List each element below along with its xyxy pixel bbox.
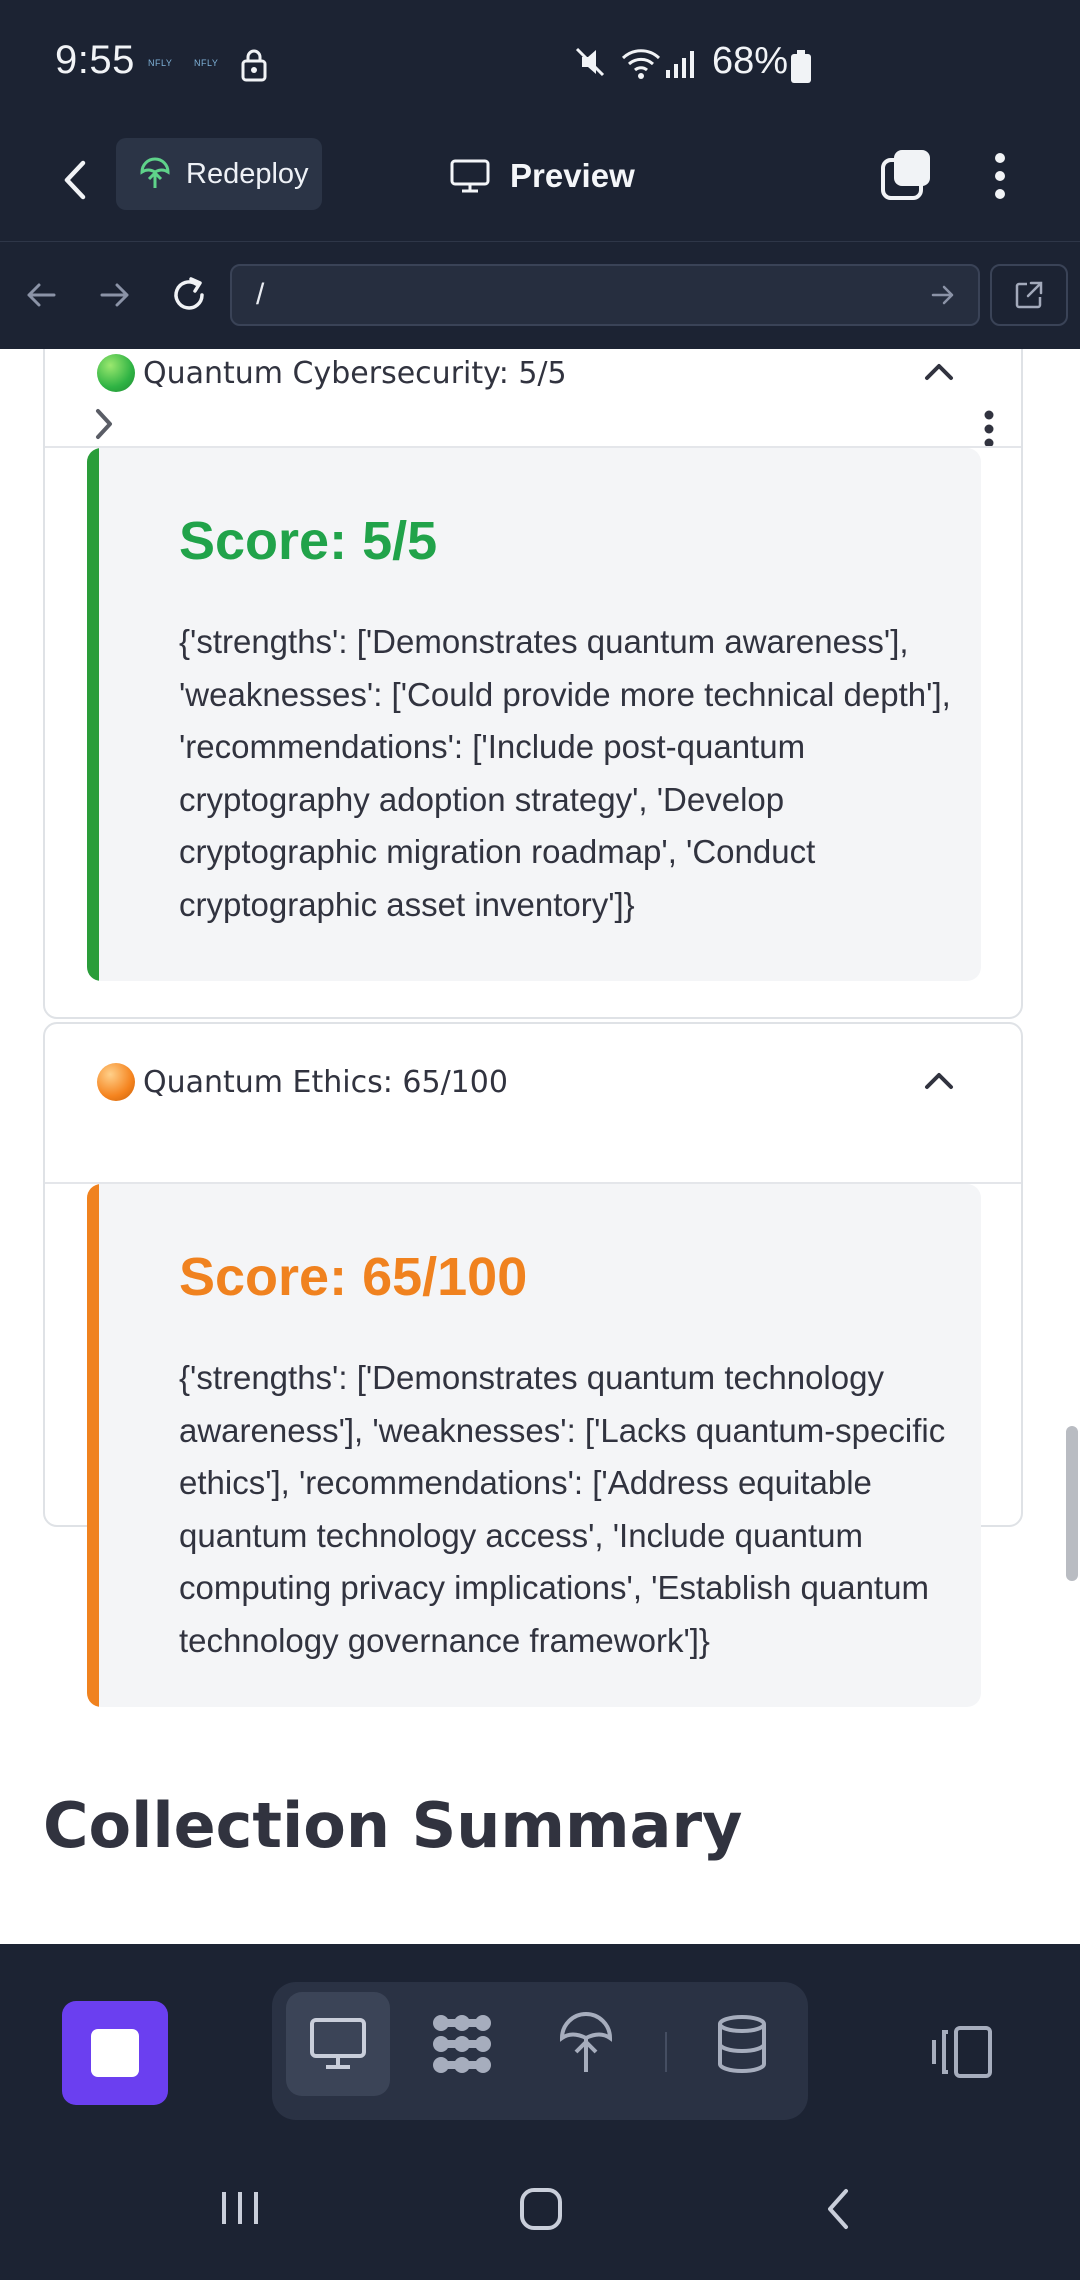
url-path: / bbox=[256, 278, 265, 311]
tool-deploy-button[interactable] bbox=[534, 1992, 638, 2096]
result-card-ethics: Score: 65/100 {'strengths': ['Demonstrat… bbox=[87, 1184, 981, 1707]
system-nav-bar bbox=[0, 2144, 1080, 2280]
back-button[interactable] bbox=[50, 152, 100, 208]
battery-percent: 68% bbox=[712, 40, 789, 82]
expander-header-cybersecurity[interactable]: Quantum Cybersecurity: 5/5 bbox=[45, 349, 1021, 405]
more-options-button[interactable] bbox=[980, 148, 1020, 204]
preview-label: Preview bbox=[510, 157, 635, 194]
battery-icon bbox=[790, 50, 812, 89]
chevron-up-icon[interactable] bbox=[923, 361, 955, 386]
deploy-icon bbox=[559, 2012, 613, 2072]
arrow-right-icon bbox=[100, 283, 129, 307]
arrow-left-icon bbox=[27, 283, 56, 307]
expander-label: Quantum Cybersecurity: 5/5 bbox=[143, 355, 567, 391]
collection-summary-heading: Collection Summary bbox=[43, 1789, 743, 1862]
apps-grid-icon bbox=[433, 2015, 491, 2073]
split-layout-icon bbox=[932, 2026, 992, 2078]
app-toolbar: Redeploy Preview bbox=[0, 120, 1080, 242]
reload-button[interactable] bbox=[166, 272, 212, 318]
deploy-icon bbox=[138, 157, 172, 191]
mute-icon bbox=[572, 44, 608, 85]
status-time: 9:55 bbox=[55, 38, 135, 82]
tabs-button[interactable] bbox=[880, 148, 934, 202]
tool-divider bbox=[665, 2032, 667, 2072]
tabs-icon bbox=[881, 150, 930, 200]
nav-forward-button[interactable] bbox=[92, 272, 138, 318]
database-icon bbox=[718, 2015, 766, 2073]
tool-database-button[interactable] bbox=[690, 1992, 794, 2096]
url-input[interactable]: / bbox=[230, 264, 980, 326]
redeploy-label: Redeploy bbox=[186, 157, 309, 190]
tool-preview-button[interactable] bbox=[286, 1992, 390, 2096]
status-bar: 9:55 NFLY NFLY 68% bbox=[0, 0, 1080, 120]
reload-icon bbox=[174, 277, 204, 310]
expander-quantum-ethics: Quantum Ethics: 65/100 Score: 65/100 {'s… bbox=[43, 1022, 1023, 1707]
preview-content: Quantum Cybersecurity: 5/5 Score: 5/5 {'… bbox=[0, 349, 1080, 1944]
go-arrow-icon[interactable] bbox=[930, 282, 956, 316]
expander-label: Quantum Ethics: 65/100 bbox=[143, 1064, 508, 1100]
tool-switcher bbox=[272, 1982, 808, 2120]
redeploy-button[interactable]: Redeploy bbox=[116, 138, 322, 210]
external-link-icon bbox=[1015, 281, 1043, 309]
nav-back-button[interactable] bbox=[18, 272, 64, 318]
lock-icon bbox=[240, 48, 268, 87]
stop-button[interactable] bbox=[62, 2001, 168, 2105]
notification-icon-1: NFLY bbox=[148, 58, 173, 68]
monitor-icon bbox=[310, 2018, 366, 2069]
score-heading: Score: 65/100 bbox=[179, 1247, 528, 1307]
more-vertical-icon bbox=[995, 153, 1005, 199]
chevron-right-icon[interactable] bbox=[93, 407, 115, 446]
preview-title: Preview bbox=[450, 146, 635, 206]
url-bar: / bbox=[0, 242, 1080, 349]
notification-icon-2: NFLY bbox=[194, 58, 219, 68]
stop-icon bbox=[91, 2029, 139, 2077]
open-external-button[interactable] bbox=[990, 264, 1068, 326]
recent-apps-button[interactable] bbox=[218, 2186, 262, 2235]
chevron-up-icon[interactable] bbox=[923, 1070, 955, 1095]
bottom-app-bar bbox=[0, 1944, 1080, 2144]
score-heading: Score: 5/5 bbox=[179, 511, 438, 571]
status-dot-green bbox=[97, 354, 135, 392]
result-card-cybersecurity: Score: 5/5 {'strengths': ['Demonstrates … bbox=[87, 448, 981, 981]
system-back-button[interactable] bbox=[822, 2186, 854, 2237]
signal-icon bbox=[664, 48, 700, 85]
result-body: {'strengths': ['Demonstrates quantum tec… bbox=[179, 1359, 946, 1659]
result-accent-bar bbox=[87, 1184, 99, 1707]
monitor-icon bbox=[450, 158, 490, 194]
layout-toggle-button[interactable] bbox=[930, 2024, 994, 2080]
expander-quantum-cybersecurity: Quantum Cybersecurity: 5/5 Score: 5/5 {'… bbox=[43, 349, 1023, 1019]
result-accent-bar bbox=[87, 448, 99, 981]
page-scrollbar[interactable] bbox=[1066, 1426, 1078, 1581]
wifi-icon bbox=[620, 46, 662, 85]
status-dot-orange bbox=[97, 1063, 135, 1101]
recents-icon bbox=[222, 2192, 258, 2224]
chevron-left-icon bbox=[828, 2189, 848, 2229]
expander-header-ethics[interactable]: Quantum Ethics: 65/100 bbox=[45, 1044, 1021, 1120]
tool-apps-button[interactable] bbox=[410, 1992, 514, 2096]
result-body: {'strengths': ['Demonstrates quantum awa… bbox=[179, 623, 951, 923]
home-button[interactable] bbox=[518, 2186, 564, 2237]
home-icon bbox=[520, 2188, 562, 2230]
chevron-left-icon bbox=[64, 160, 86, 200]
